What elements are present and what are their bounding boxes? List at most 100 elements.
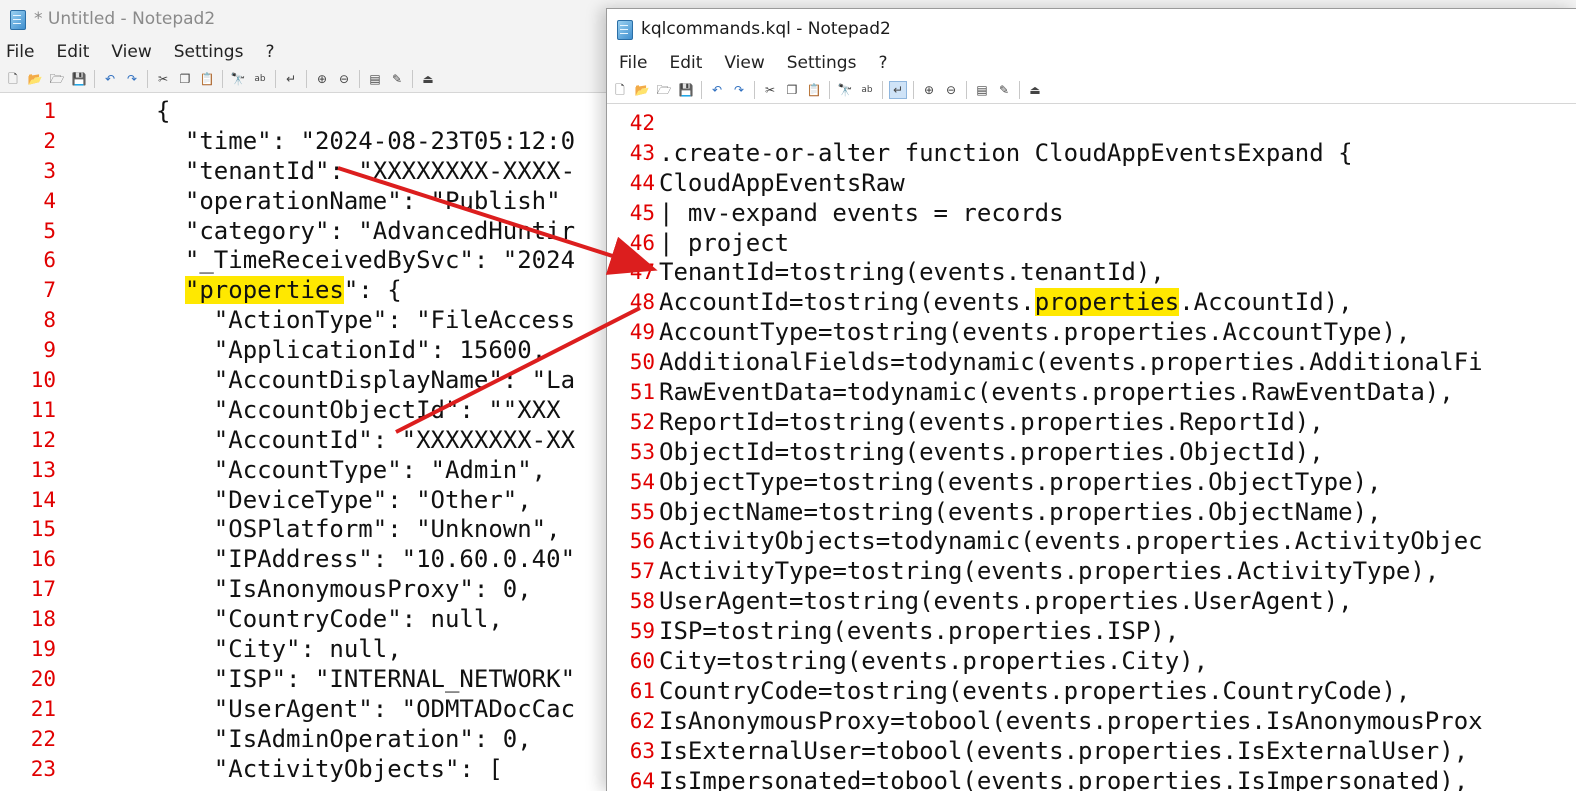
open-icon[interactable]: 📂 [27,71,43,87]
code-line[interactable]: 49 AccountType=tostring(events.properties… [607,318,1576,348]
zoom-out-icon[interactable]: ⊖ [943,82,959,98]
code-line[interactable]: 59 ISP=tostring(events.properties.ISP), [607,617,1576,647]
line-number: 43 [629,140,655,165]
code-text: ActivityType=tostring(events.properties.… [659,557,1440,586]
notepad2-app-icon [615,19,633,40]
line-text: "tenantId": "XXXXXXXX-XXXX- [56,157,575,187]
code-text: CountryCode=tostring(events.properties.C… [659,676,1411,705]
find-icon[interactable]: 🔭 [230,71,246,87]
line-number: 51 [629,380,655,405]
undo-icon[interactable]: ↶ [709,82,725,98]
code-line[interactable]: 47 TenantId=tostring(events.tenantId), [607,258,1576,288]
code-line[interactable]: 50 AdditionalFields=todynamic(events.prop… [607,348,1576,378]
cut-icon[interactable]: ✂ [762,82,778,98]
code-line[interactable]: 44 CloudAppEventsRaw [607,169,1576,199]
redo-icon[interactable]: ↷ [124,71,140,87]
cut-icon[interactable]: ✂ [155,71,171,87]
code-line[interactable]: 64 IsImpersonated=tobool(events.propertie… [607,767,1576,791]
zoom-in-icon[interactable]: ⊕ [314,71,330,87]
code-line[interactable]: 46 | project [607,229,1576,259]
save-icon[interactable]: 💾 [71,71,87,87]
replace-icon[interactable]: ab [252,71,268,87]
browse-icon[interactable]: 🗁 [49,71,65,87]
paste-icon[interactable]: 📋 [806,82,822,98]
zoom-in-icon[interactable]: ⊕ [921,82,937,98]
code-line[interactable]: 61 CountryCode=tostring(events.properties… [607,677,1576,707]
code-line[interactable]: 63 IsExternalUser=tobool(events.propertie… [607,737,1576,767]
code-line[interactable]: 53 ObjectId=tostring(events.properties.Ob… [607,438,1576,468]
replace-icon[interactable]: ab [859,82,875,98]
line-number: 49 [629,320,655,345]
menu-edit[interactable]: Edit [663,53,708,73]
line-number: 4 [43,188,56,213]
code-text: .create-or-alter function CloudAppEvents… [659,138,1353,167]
code-text: "UserAgent": "ODMTADocCac [156,694,576,723]
code-line[interactable]: 54 ObjectType=tostring(events.properties.… [607,468,1576,498]
line-text: "ActionType": "FileAccess [56,306,575,336]
menu-view[interactable]: View [718,53,770,73]
menu-file[interactable]: File [0,42,40,62]
code-line[interactable]: 62 IsAnonymousProxy=tobool(events.propert… [607,707,1576,737]
line-text: IsImpersonated=tobool(events.properties.… [655,767,1468,791]
menu-help[interactable]: ? [259,42,280,62]
copy-icon[interactable]: ❐ [177,71,193,87]
redo-icon[interactable]: ↷ [731,82,747,98]
settings-icon[interactable]: ▤ [367,71,383,87]
copy-icon[interactable]: ❐ [784,82,800,98]
find-icon[interactable]: 🔭 [837,82,853,98]
line-text: IsExternalUser=tobool(events.properties.… [655,737,1468,767]
menu-settings[interactable]: Settings [168,42,250,62]
menu-settings[interactable]: Settings [781,53,863,73]
undo-icon[interactable]: ↶ [102,71,118,87]
new-icon[interactable]: 🗋 [612,82,628,98]
paste-icon[interactable]: 📋 [199,71,215,87]
editor-area[interactable]: 42 43 .create-or-alter function CloudAppEv… [607,109,1576,791]
line-number: 44 [629,170,655,195]
highlighted-text: properties [1034,288,1180,317]
code-line[interactable]: 42 [607,109,1576,139]
word-wrap-icon[interactable]: ↵ [283,71,299,87]
line-text: | mv-expand events = records [655,199,1064,229]
line-text: "ApplicationId": 15600, [56,336,546,366]
open-icon[interactable]: 📂 [634,82,650,98]
code-line[interactable]: 43 .create-or-alter function CloudAppEven… [607,139,1576,169]
save-icon[interactable]: 💾 [678,82,694,98]
line-number: 23 [30,756,56,781]
scheme-icon[interactable]: ✎ [996,82,1012,98]
code-line[interactable]: 58 UserAgent=tostring(events.properties.U… [607,587,1576,617]
line-number: 20 [30,666,56,691]
line-text: ObjectName=tostring(events.properties.Ob… [655,498,1381,528]
word-wrap-icon[interactable]: ↵ [889,81,907,99]
code-line[interactable]: 57 ActivityType=tostring(events.propertie… [607,557,1576,587]
menu-file[interactable]: File [613,53,653,73]
settings-icon[interactable]: ▤ [974,82,990,98]
code-line[interactable]: 60 City=tostring(events.properties.City), [607,647,1576,677]
line-text: ActivityObjects=todynamic(events.propert… [655,527,1483,557]
zoom-out-icon[interactable]: ⊖ [336,71,352,87]
code-line[interactable]: 52 ReportId=tostring(events.properties.Re… [607,408,1576,438]
exit-icon[interactable]: ⏏ [420,71,436,87]
line-text: "ISP": "INTERNAL_NETWORK" [56,665,575,695]
code-line[interactable]: 56 ActivityObjects=todynamic(events.prope… [607,527,1576,557]
code-line[interactable]: 51 RawEventData=todynamic(events.properti… [607,378,1576,408]
menu-help[interactable]: ? [872,53,893,73]
code-text: IsExternalUser=tobool(events.properties.… [659,736,1469,765]
line-number: 11 [30,397,56,422]
line-text: ObjectId=tostring(events.properties.Obje… [655,438,1324,468]
code-text: ": { [343,276,402,305]
browse-icon[interactable]: 🗁 [656,82,672,98]
code-line[interactable]: 48 AccountId=tostring(events.properties.A… [607,288,1576,318]
code-text: ActivityObjects=todynamic(events.propert… [659,527,1483,556]
menu-edit[interactable]: Edit [50,42,95,62]
code-line[interactable]: 45 | mv-expand events = records [607,199,1576,229]
new-icon[interactable]: 🗋 [5,71,21,87]
scheme-icon[interactable]: ✎ [389,71,405,87]
code-line[interactable]: 55 ObjectName=tostring(events.properties.… [607,498,1576,528]
code-text: IsImpersonated=tobool(events.properties.… [659,766,1469,791]
exit-icon[interactable]: ⏏ [1027,82,1043,98]
line-number: 5 [43,218,56,243]
menu-view[interactable]: View [105,42,157,62]
line-text: AdditionalFields=todynamic(events.proper… [655,348,1483,378]
line-text: "AccountType": "Admin", [56,456,546,486]
